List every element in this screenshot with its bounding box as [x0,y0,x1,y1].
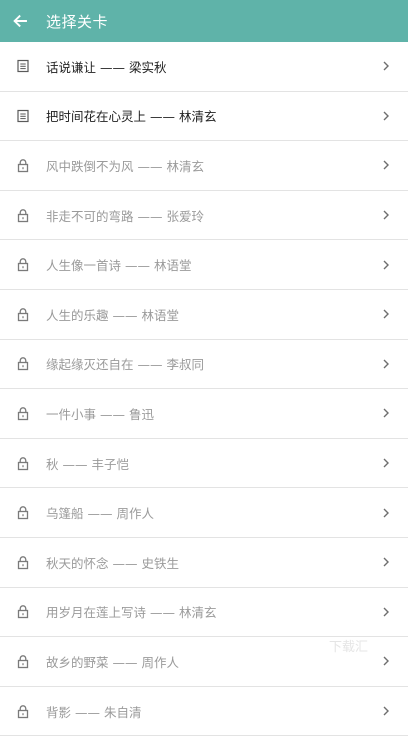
lock-icon [7,604,39,619]
lock-icon [7,356,39,371]
level-row-12[interactable]: 用岁月在莲上写诗 —— 林清玄 [0,588,408,638]
chevron-right-icon [376,655,396,667]
level-row-8[interactable]: 一件小事 —— 鲁迅 [0,389,408,439]
level-row-9[interactable]: 秋 —— 丰子恺 [0,439,408,489]
level-label: 人生像一首诗 —— 林语堂 [46,258,192,274]
chevron-right-icon [376,308,396,320]
lock-icon [7,555,39,570]
level-row-14[interactable]: 背影 —— 朱自清 [0,687,408,736]
document-icon [7,59,39,73]
level-label: 风中跌倒不为风 —— 林清玄 [46,158,204,174]
lock-icon [7,654,39,669]
chevron-right-icon [376,457,396,469]
back-button[interactable] [4,0,36,42]
chevron-right-icon [376,705,396,717]
chevron-right-icon [376,358,396,370]
chevron-right-icon [376,60,396,72]
level-label: 背影 —— 朱自清 [46,704,142,720]
chevron-right-icon [376,407,396,419]
chevron-right-icon [376,606,396,618]
chevron-right-icon [376,110,396,122]
level-row-6[interactable]: 人生的乐趣 —— 林语堂 [0,290,408,340]
app-bar: 选择关卡 [0,0,408,42]
chevron-right-icon [376,556,396,568]
chevron-right-icon [376,507,396,519]
lock-icon [7,406,39,421]
level-label: 用岁月在莲上写诗 —— 林清玄 [46,605,217,621]
level-row-4[interactable]: 非走不可的弯路 —— 张爱玲 [0,191,408,241]
level-label: 非走不可的弯路 —— 张爱玲 [46,208,204,224]
lock-icon [7,505,39,520]
level-label: 故乡的野菜 —— 周作人 [46,654,179,670]
document-icon [7,109,39,123]
back-arrow-icon [13,14,27,28]
lock-icon [7,158,39,173]
level-label: 把时间花在心灵上 —— 林清玄 [46,109,217,125]
lock-icon [7,704,39,719]
level-label: 乌篷船 —— 周作人 [46,506,154,522]
level-label: 秋天的怀念 —— 史铁生 [46,555,179,571]
level-row-3[interactable]: 风中跌倒不为风 —— 林清玄 [0,141,408,191]
level-label: 秋 —— 丰子恺 [46,456,129,472]
level-row-13[interactable]: 故乡的野菜 —— 周作人 [0,637,408,687]
level-row-10[interactable]: 乌篷船 —— 周作人 [0,488,408,538]
level-row-1[interactable]: 话说谦让 —— 梁实秋 [0,42,408,92]
level-label: 一件小事 —— 鲁迅 [46,406,154,422]
chevron-right-icon [376,259,396,271]
level-row-11[interactable]: 秋天的怀念 —— 史铁生 [0,538,408,588]
lock-icon [7,456,39,471]
level-row-2[interactable]: 把时间花在心灵上 —— 林清玄 [0,92,408,142]
lock-icon [7,257,39,272]
chevron-right-icon [376,159,396,171]
level-row-7[interactable]: 缘起缘灭还自在 —— 李叔同 [0,340,408,390]
level-row-5[interactable]: 人生像一首诗 —— 林语堂 [0,240,408,290]
level-label: 话说谦让 —— 梁实秋 [46,59,167,75]
level-label: 缘起缘灭还自在 —— 李叔同 [46,357,204,373]
lock-icon [7,307,39,322]
chevron-right-icon [376,209,396,221]
lock-icon [7,208,39,223]
level-label: 人生的乐趣 —— 林语堂 [46,307,179,323]
page-title: 选择关卡 [46,12,109,31]
level-list: 话说谦让 —— 梁实秋把时间花在心灵上 —— 林清玄 风中跌倒不为风 —— 林清玄… [0,42,408,736]
